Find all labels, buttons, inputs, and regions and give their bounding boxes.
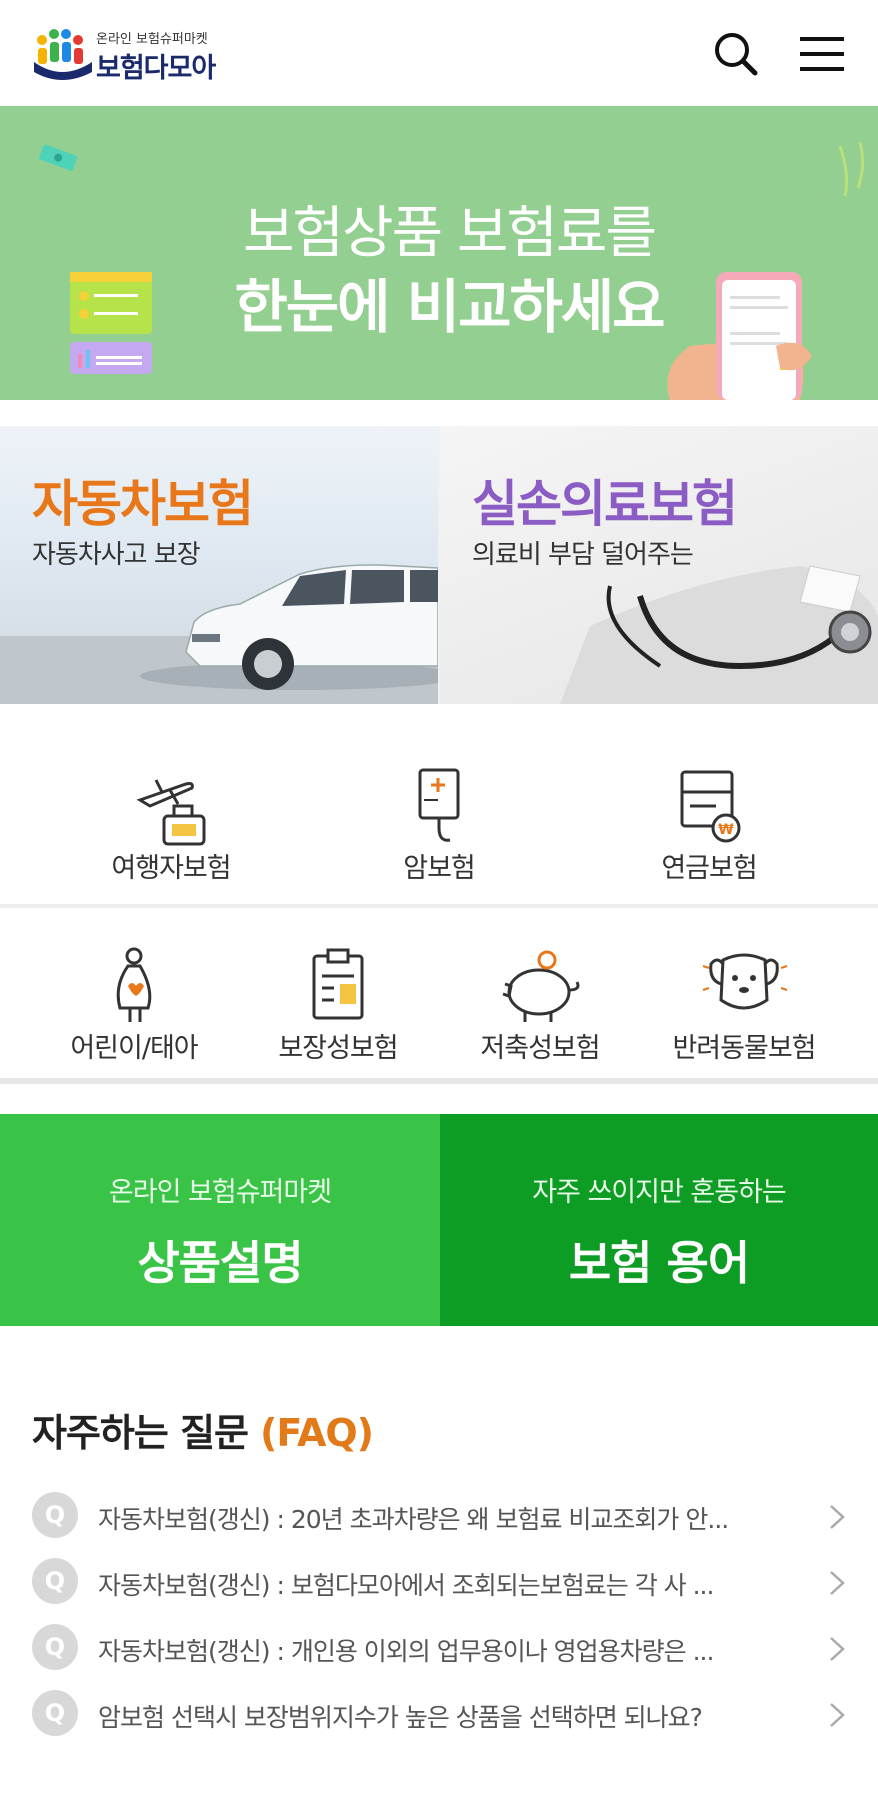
header: 온라인 보험슈퍼마켓 보험다모아 [0, 0, 878, 106]
button-caption: 온라인 보험슈퍼마켓 [108, 1177, 332, 1208]
faq-question: 자동차보험(갱신) : 20년 초과차량은 왜 보험료 비교조회가 안... [98, 1505, 729, 1534]
banner-headline: 보험상품 보험료를 [243, 201, 657, 266]
logo-name: 보험다모아 [96, 53, 216, 84]
faq-item[interactable]: Q 암보험 선택시 보장범위지수가 높은 상품을 선택하면 되나요? [0, 1682, 878, 1748]
faq-question: 자동차보험(갱신) : 개인용 이외의 업무용이나 영업용차량은 ... [98, 1637, 714, 1666]
category-label: 암보험 [403, 853, 476, 884]
logo-tagline: 온라인 보험슈퍼마켓 [96, 32, 208, 47]
logo[interactable]: 온라인 보험슈퍼마켓 보험다모아 [32, 22, 242, 84]
chevron-right-icon [830, 1505, 845, 1529]
faq-item[interactable]: Q 자동차보험(갱신) : 개인용 이외의 업무용이나 영업용차량은 ... [0, 1616, 878, 1682]
category-label: 저축성보험 [480, 1033, 600, 1064]
card-title: 자동차보험 [32, 475, 254, 533]
faq-item[interactable]: Q 자동차보험(갱신) : 20년 초과차량은 왜 보험료 비교조회가 안... [0, 1484, 878, 1550]
card-title: 실손의료보험 [472, 475, 738, 533]
question-badge: Q [32, 1492, 78, 1538]
faq-item[interactable]: Q 자동차보험(갱신) : 보험다모아에서 조회되는보험료는 각 사 ... [0, 1550, 878, 1616]
travel-icon [136, 779, 206, 846]
car-insurance-card[interactable]: 자동차보험 자동차사고 보장 [0, 426, 438, 704]
piggy-bank-icon [502, 950, 580, 1022]
category-label: 여행자보험 [111, 853, 231, 884]
question-badge: Q [32, 1690, 78, 1736]
faq-heading-text: 자주하는 질문 [32, 1411, 249, 1455]
clipboard-icon [312, 948, 364, 1020]
category-protection[interactable]: 보장성보험 [238, 912, 438, 1078]
category-pet[interactable]: 반려동물보험 [644, 912, 844, 1078]
faq-question: 자동차보험(갱신) : 보험다모아에서 조회되는보험료는 각 사 ... [98, 1571, 714, 1600]
insurance-terms-button[interactable]: 자주 쓰이지만 혼동하는 보험 용어 [440, 1114, 878, 1326]
category-row-1: 여행자보험 암보험 ₩ 연금보험 [0, 730, 878, 908]
search-icon [715, 33, 758, 76]
card-subtitle: 의료비 부담 덜어주는 [472, 540, 694, 570]
chevron-right-icon [830, 1637, 845, 1661]
category-label: 보장성보험 [278, 1033, 398, 1064]
category-savings[interactable]: 저축성보험 [440, 912, 640, 1078]
logo-people-icon [34, 29, 92, 80]
banner-subheadline: 한눈에 비교하세요 [234, 273, 665, 341]
faq-heading-accent: (FAQ) [260, 1411, 374, 1455]
chevron-right-icon [830, 1571, 845, 1595]
button-title: 상품설명 [137, 1236, 303, 1290]
pregnant-mother-icon [116, 947, 152, 1022]
pension-document-icon: ₩ [680, 770, 741, 843]
category-child[interactable]: 어린이/태아 [34, 912, 234, 1078]
faq-question: 암보험 선택시 보장범위지수가 높은 상품을 선택하면 되나요? [98, 1703, 703, 1732]
category-travel[interactable]: 여행자보험 [66, 730, 276, 904]
medical-insurance-card[interactable]: 실손의료보험 의료비 부담 덜어주는 [440, 426, 878, 704]
card-subtitle: 자동차사고 보장 [32, 540, 201, 570]
button-caption: 자주 쓰이지만 혼동하는 [532, 1177, 787, 1208]
hero-banner[interactable]: 보험상품 보험료를 한눈에 비교하세요 [0, 106, 878, 400]
dog-icon [702, 953, 788, 1010]
info-buttons: 온라인 보험슈퍼마켓 상품설명 자주 쓰이지만 혼동하는 보험 용어 [0, 1114, 878, 1326]
category-label: 연금보험 [661, 853, 757, 884]
question-badge: Q [32, 1624, 78, 1670]
question-badge: Q [32, 1558, 78, 1604]
product-description-button[interactable]: 온라인 보험슈퍼마켓 상품설명 [0, 1114, 440, 1326]
category-row-2: 어린이/태아 보장성보험 저축성보험 반려동물보험 [0, 912, 878, 1084]
category-label: 반려동물보험 [672, 1033, 816, 1064]
chevron-right-icon [830, 1703, 845, 1727]
iv-drip-icon [418, 768, 460, 842]
menu-button[interactable] [794, 26, 850, 82]
featured-products: 자동차보험 자동차사고 보장 실손의료보험 의료비 부담 덜어주는 [0, 426, 878, 704]
category-label: 어린이/태아 [70, 1033, 198, 1064]
search-button[interactable] [708, 26, 764, 82]
button-title: 보험 용어 [568, 1236, 750, 1290]
hamburger-menu-icon [800, 37, 844, 71]
category-pension[interactable]: ₩ 연금보험 [604, 730, 814, 904]
faq-heading: 자주하는 질문 (FAQ) [32, 1402, 374, 1457]
category-cancer[interactable]: 암보험 [334, 730, 544, 904]
svg-text:₩: ₩ [718, 822, 734, 838]
faq-section: 자주하는 질문 (FAQ) Q 자동차보험(갱신) : 20년 초과차량은 왜 보… [0, 1352, 878, 1800]
